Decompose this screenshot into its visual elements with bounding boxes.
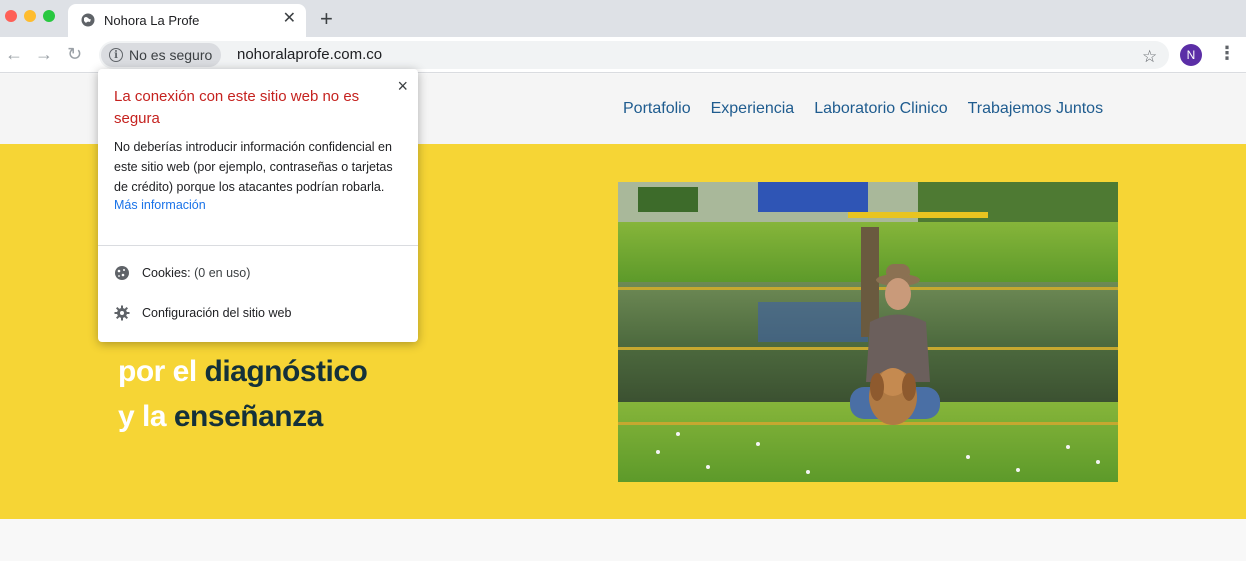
maximize-window-button[interactable] — [43, 10, 55, 22]
cookies-label: Cookies: — [142, 266, 191, 280]
hero-heading: por el diagnóstico y la enseñanza — [118, 349, 368, 439]
address-bar[interactable]: i No es seguro nohoralaprofe.com.co ☆ — [99, 41, 1169, 69]
menu-dots-icon[interactable]: ⋮ — [1218, 44, 1236, 62]
new-tab-button[interactable]: + — [320, 8, 333, 30]
site-settings-row[interactable]: Configuración del sitio web — [114, 305, 291, 321]
url-text[interactable]: nohoralaprofe.com.co — [237, 46, 382, 63]
nav-link-portafolio[interactable]: Portafolio — [623, 100, 691, 118]
hero-line2-dark: enseñanza — [173, 400, 323, 433]
gear-icon — [114, 305, 130, 321]
nav-link-trabajemos[interactable]: Trabajemos Juntos — [968, 100, 1103, 118]
browser-tab[interactable]: Nohora La Profe ✕ — [68, 4, 306, 37]
back-arrow-icon[interactable]: ← — [5, 45, 23, 63]
popup-title: La conexión con este sitio web no es seg… — [114, 88, 360, 127]
site-info-popup: × La conexión con este sitio web no es s… — [98, 69, 418, 342]
reload-icon[interactable]: ↻ — [67, 45, 82, 63]
more-info-link[interactable]: Más información — [114, 198, 206, 212]
security-label: No es seguro — [129, 47, 213, 63]
browser-toolbar: ← → ↻ i No es seguro nohoralaprofe.com.c… — [0, 37, 1246, 73]
hero-photo — [618, 182, 1118, 482]
bookmark-star-icon[interactable]: ☆ — [1142, 48, 1157, 65]
popup-divider — [98, 245, 418, 246]
window-controls — [5, 10, 55, 22]
close-window-button[interactable] — [5, 10, 17, 22]
tab-title: Nohora La Profe — [104, 13, 200, 28]
site-nav: Portafolio Experiencia Laboratorio Clini… — [623, 100, 1103, 118]
tab-strip: Nohora La Profe ✕ + — [0, 0, 1246, 37]
info-icon: i — [109, 48, 123, 62]
minimize-window-button[interactable] — [24, 10, 36, 22]
forward-arrow-icon[interactable]: → — [35, 45, 53, 63]
popup-close-icon[interactable]: × — [397, 77, 408, 95]
page-bottom — [0, 519, 1246, 561]
hero-line1-dark: diagnóstico — [204, 355, 368, 388]
globe-icon — [81, 13, 95, 27]
cookie-icon — [115, 266, 129, 280]
nav-link-laboratorio[interactable]: Laboratorio Clinico — [814, 100, 947, 118]
cookies-row[interactable]: Cookies: (0 en uso) — [114, 265, 250, 281]
site-settings-label: Configuración del sitio web — [142, 306, 292, 320]
popup-description: No deberías introducir información confi… — [114, 140, 393, 194]
hero-line2-white: y la — [118, 400, 174, 433]
security-indicator[interactable]: i No es seguro — [101, 43, 222, 67]
tab-close-icon[interactable]: ✕ — [283, 11, 296, 27]
hero-line1-white: por el — [118, 355, 205, 388]
cookies-count: (0 en uso) — [190, 266, 251, 280]
profile-avatar[interactable]: N — [1180, 44, 1202, 66]
nav-link-experiencia[interactable]: Experiencia — [711, 100, 795, 118]
